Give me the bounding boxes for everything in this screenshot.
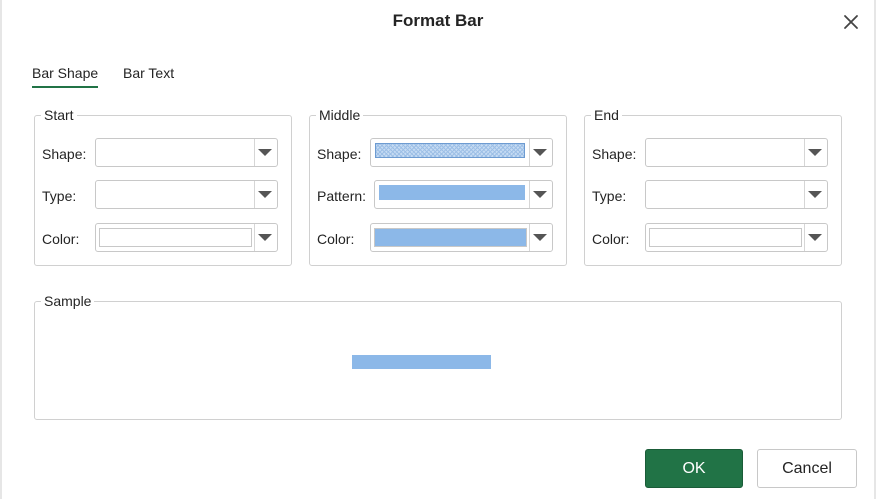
end-shape-label: Shape: xyxy=(592,146,637,162)
dropdown-divider xyxy=(529,139,530,166)
chevron-down-icon xyxy=(808,191,822,198)
dialog-title: Format Bar xyxy=(392,11,484,30)
dropdown-divider xyxy=(804,224,805,251)
end-type-dropdown[interactable] xyxy=(645,180,828,209)
end-color-swatch xyxy=(649,228,802,247)
start-color-dropdown[interactable] xyxy=(95,223,278,252)
dropdown-divider xyxy=(254,139,255,166)
dropdown-divider xyxy=(804,139,805,166)
start-type-label: Type: xyxy=(42,188,77,204)
dropdown-divider xyxy=(254,224,255,251)
middle-pattern-swatch xyxy=(379,185,525,200)
start-shape-label: Shape: xyxy=(42,146,87,162)
middle-legend: Middle xyxy=(316,106,364,124)
dropdown-divider xyxy=(529,181,530,208)
start-shape-dropdown[interactable] xyxy=(95,138,278,167)
dialog-left-edge xyxy=(0,0,2,499)
middle-shape-dropdown[interactable] xyxy=(370,138,553,167)
chevron-down-icon xyxy=(808,149,822,156)
middle-color-swatch xyxy=(374,228,527,247)
ok-button[interactable]: OK xyxy=(645,449,743,488)
cancel-button[interactable]: Cancel xyxy=(757,449,857,488)
middle-shape-label: Shape: xyxy=(317,146,362,162)
end-type-label: Type: xyxy=(592,188,627,204)
chevron-down-icon xyxy=(258,234,272,241)
middle-shape-swatch xyxy=(375,143,525,158)
middle-pattern-label: Pattern: xyxy=(317,188,367,204)
end-shape-dropdown[interactable] xyxy=(645,138,828,167)
middle-color-dropdown[interactable] xyxy=(370,223,553,252)
end-legend: End xyxy=(591,106,622,124)
close-icon xyxy=(844,15,858,29)
format-bar-dialog: Format Bar Bar Shape Bar Text Start Shap… xyxy=(0,0,876,499)
dropdown-divider xyxy=(529,224,530,251)
chevron-down-icon xyxy=(258,191,272,198)
chevron-down-icon xyxy=(258,149,272,156)
middle-color-label: Color: xyxy=(317,231,355,247)
chevron-down-icon xyxy=(533,149,547,156)
middle-pattern-dropdown[interactable] xyxy=(374,180,553,209)
tab-bar-shape[interactable]: Bar Shape xyxy=(32,65,99,88)
sample-bar-preview xyxy=(352,355,491,369)
start-color-label: Color: xyxy=(42,231,80,247)
start-color-swatch xyxy=(99,228,252,247)
chevron-down-icon xyxy=(533,234,547,241)
chevron-down-icon xyxy=(808,234,822,241)
start-legend: Start xyxy=(41,106,77,124)
dropdown-divider xyxy=(254,181,255,208)
end-color-dropdown[interactable] xyxy=(645,223,828,252)
sample-legend: Sample xyxy=(41,292,95,310)
end-color-label: Color: xyxy=(592,231,630,247)
chevron-down-icon xyxy=(533,191,547,198)
tab-bar-text[interactable]: Bar Text xyxy=(123,65,174,81)
close-button[interactable] xyxy=(838,9,864,35)
start-type-dropdown[interactable] xyxy=(95,180,278,209)
dropdown-divider xyxy=(804,181,805,208)
